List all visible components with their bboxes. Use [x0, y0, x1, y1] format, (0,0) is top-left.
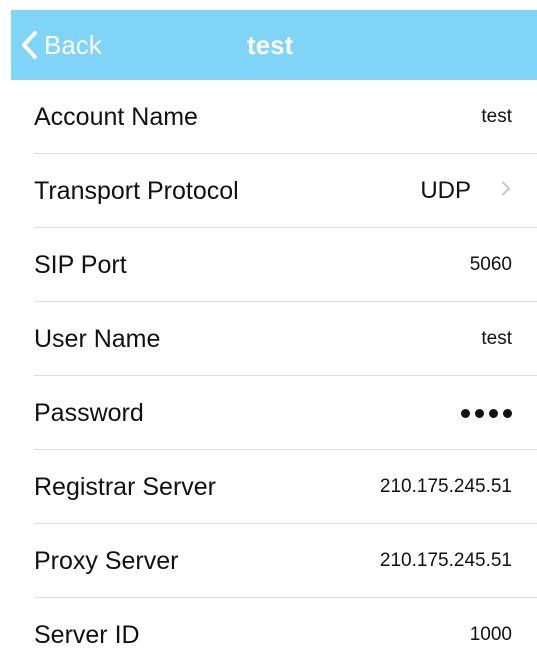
transport-protocol-value: UDP	[420, 177, 471, 204]
server-id-value[interactable]: 1000	[470, 624, 512, 646]
server-id-row[interactable]: Server ID 1000	[0, 598, 537, 666]
account-name-value[interactable]: test	[481, 106, 512, 128]
password-row[interactable]: Password	[0, 376, 537, 450]
password-dot	[461, 408, 470, 418]
proxy-server-row[interactable]: Proxy Server 210.175.245.51	[0, 524, 537, 598]
settings-list: Account Name test Transport Protocol UDP…	[0, 80, 537, 666]
navigation-bar: Back test	[11, 10, 537, 80]
account-settings-screen: Back test Account Name test Transport Pr…	[0, 0, 537, 666]
user-name-value[interactable]: test	[481, 328, 512, 350]
account-name-label: Account Name	[34, 102, 198, 131]
password-dot	[475, 408, 484, 418]
chevron-right-icon	[501, 181, 511, 202]
server-id-label: Server ID	[34, 620, 140, 649]
password-label: Password	[34, 398, 144, 427]
registrar-server-label: Registrar Server	[34, 472, 216, 501]
registrar-server-row[interactable]: Registrar Server 210.175.245.51	[0, 450, 537, 524]
sip-port-value[interactable]: 5060	[470, 254, 512, 276]
sip-port-label: SIP Port	[34, 250, 127, 279]
transport-protocol-row[interactable]: Transport Protocol UDP	[0, 154, 537, 228]
password-dot	[489, 408, 498, 418]
transport-protocol-label: Transport Protocol	[34, 176, 239, 205]
proxy-server-value[interactable]: 210.175.245.51	[380, 550, 512, 572]
page-title: test	[247, 30, 294, 60]
user-name-row[interactable]: User Name test	[0, 302, 537, 376]
sip-port-row[interactable]: SIP Port 5060	[0, 228, 537, 302]
proxy-server-label: Proxy Server	[34, 546, 179, 575]
registrar-server-value[interactable]: 210.175.245.51	[380, 476, 512, 498]
back-button[interactable]: Back	[21, 10, 102, 80]
back-label: Back	[44, 29, 102, 60]
password-dot	[503, 408, 512, 418]
account-name-row[interactable]: Account Name test	[0, 80, 537, 154]
user-name-label: User Name	[34, 324, 161, 353]
password-field[interactable]	[461, 408, 512, 418]
chevron-left-icon	[21, 30, 38, 60]
